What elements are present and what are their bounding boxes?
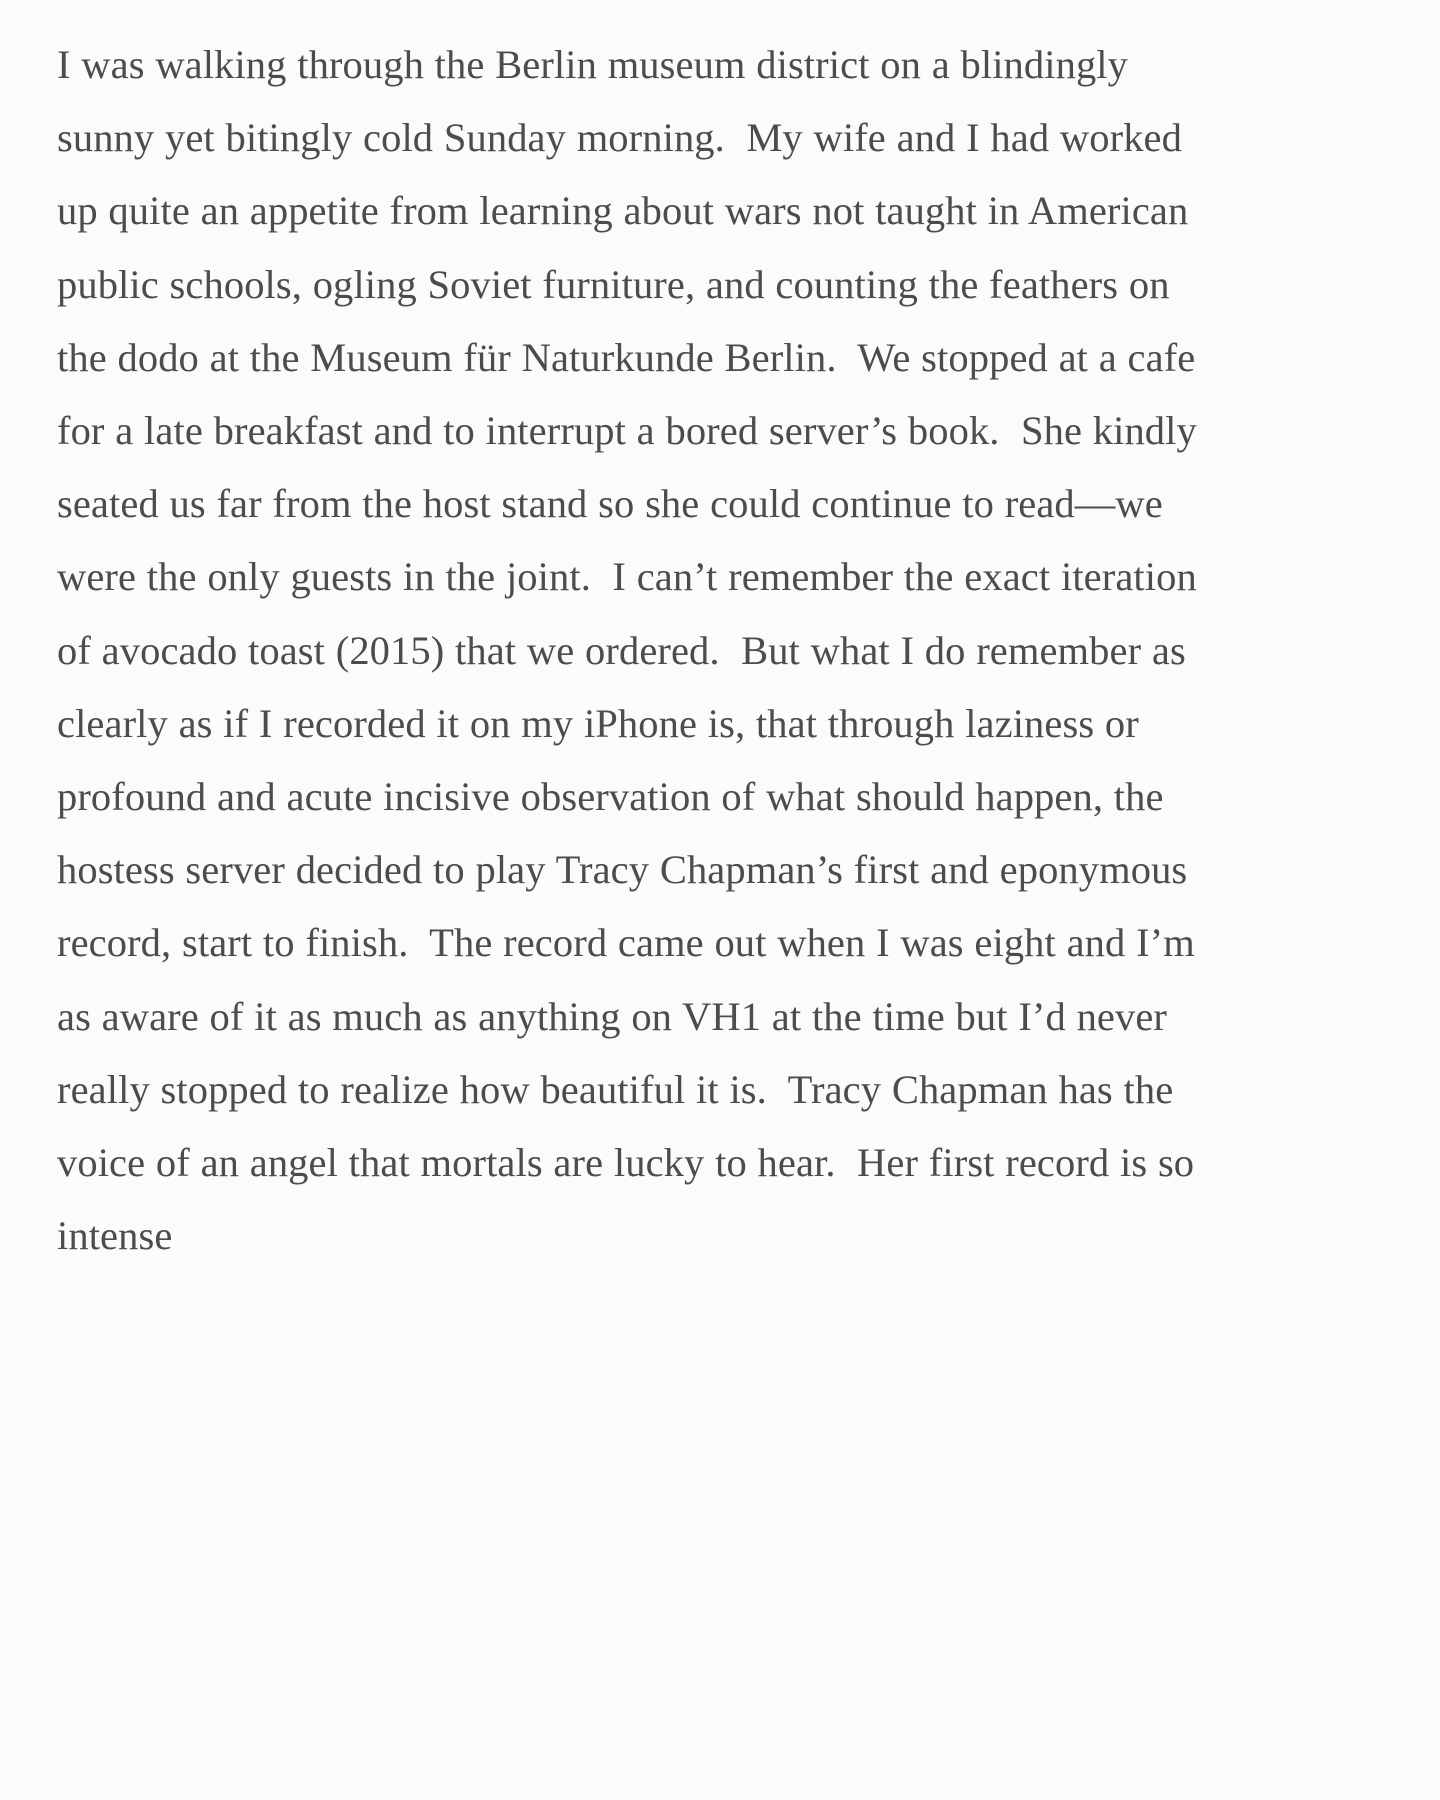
article-body: I was walking through the Berlin museum … — [57, 0, 1202, 1272]
body-paragraph: I was walking through the Berlin museum … — [57, 42, 1208, 1259]
document-page: I was walking through the Berlin museum … — [0, 0, 1440, 1800]
